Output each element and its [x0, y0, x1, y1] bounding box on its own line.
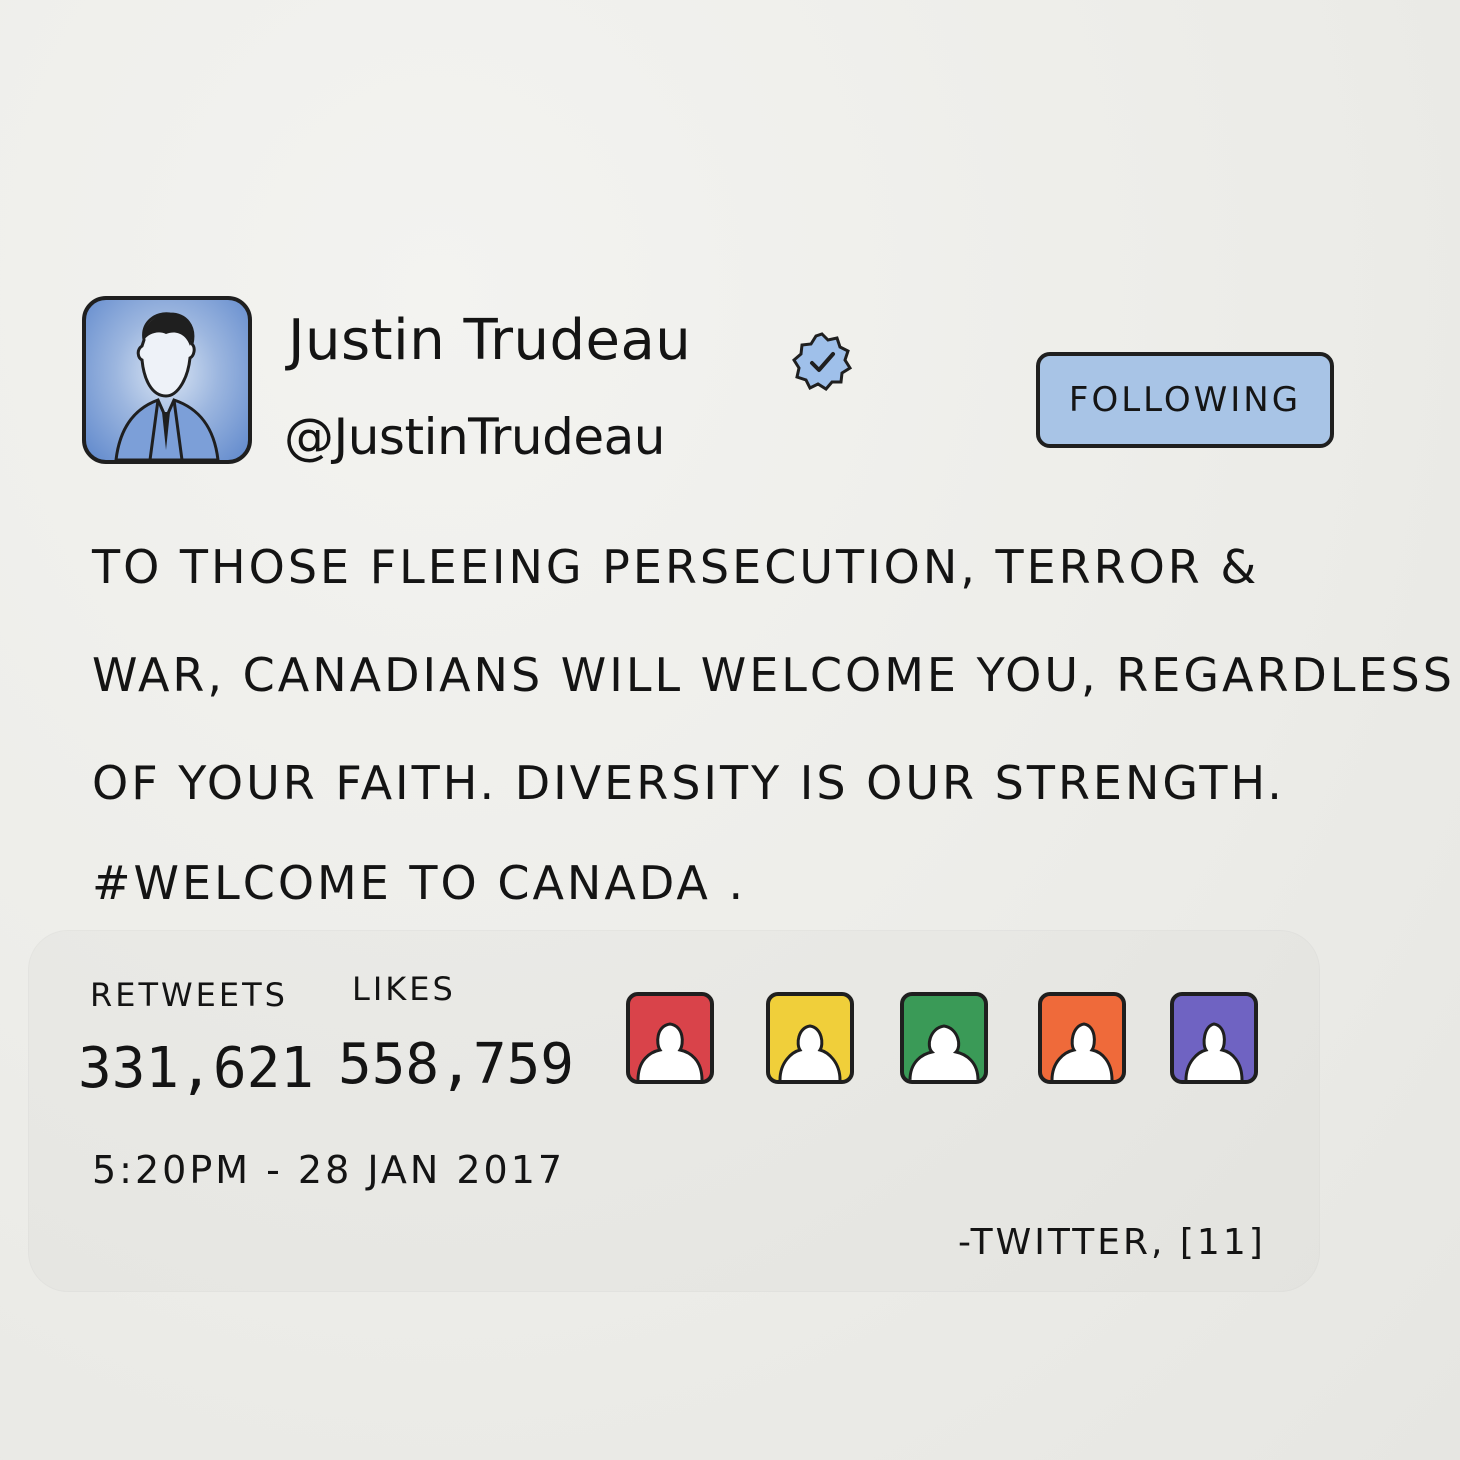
person-avatar-icon [1050, 1022, 1114, 1080]
liker-avatar-3[interactable] [900, 992, 988, 1084]
person-avatar-icon [1184, 1022, 1244, 1080]
liker-avatar-5[interactable] [1170, 992, 1258, 1084]
person-silhouette-icon [114, 312, 220, 460]
retweets-label: RETWEETS [90, 976, 288, 1014]
profile-avatar[interactable] [82, 296, 252, 464]
author-handle[interactable]: @JustinTrudeau [284, 408, 665, 466]
liker-avatar-2[interactable] [766, 992, 854, 1084]
person-avatar-icon [908, 1024, 980, 1080]
person-avatar-icon [778, 1024, 842, 1080]
verified-badge-icon [790, 330, 854, 394]
source-citation: -TWITTER, [11] [958, 1222, 1266, 1263]
likes-label: LIKES [352, 970, 456, 1008]
likes-count[interactable]: 558,759 [338, 1032, 574, 1097]
tweet-text-line-2: WAR, CANADIANS WILL WELCOME YOU, REGARDL… [92, 648, 1455, 702]
tweet-timestamp[interactable]: 5:20PM - 28 JAN 2017 [92, 1148, 565, 1192]
following-button[interactable]: FOLLOWING [1036, 352, 1334, 448]
person-avatar-icon [636, 1022, 704, 1080]
liker-avatar-4[interactable] [1038, 992, 1126, 1084]
tweet-text-line-3: OF YOUR FAITH. DIVERSITY IS OUR STRENGTH… [92, 756, 1285, 810]
author-name[interactable]: Justin Trudeau [288, 308, 691, 373]
tweet-text-line-1: TO THOSE FLEEING PERSECUTION, TERROR & [92, 540, 1260, 594]
hashtag-line[interactable]: #WELCOME TO CANADA . [92, 856, 746, 910]
retweets-count[interactable]: 331,621 [78, 1036, 314, 1101]
liker-avatar-1[interactable] [626, 992, 714, 1084]
